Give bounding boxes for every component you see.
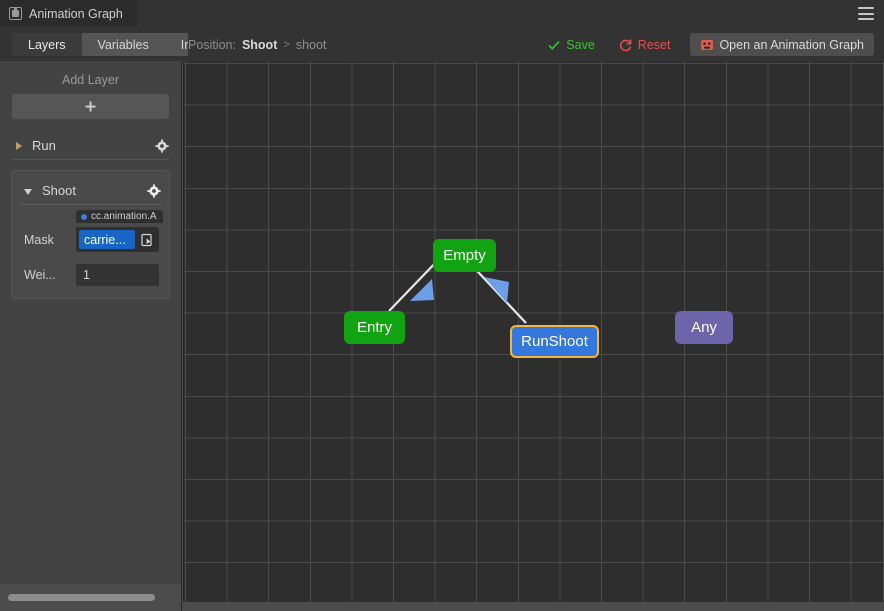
animation-graph-window: Animation Graph Layers Variables Inspect…	[0, 0, 884, 611]
weight-value: 1	[83, 268, 90, 282]
property-row-mask: Mask cc.animation.A carrie...	[12, 210, 169, 252]
sidebar-horizontal-scrollbar[interactable]	[8, 594, 155, 601]
mask-type-tooltip: cc.animation.A	[76, 210, 163, 223]
graph-node-empty-label: Empty	[443, 247, 486, 264]
toolbar-actions: Save Reset Open an Animation Graph	[535, 33, 874, 56]
layers-sidebar: Add Layer Run Shoot Mask cc.animation.A …	[0, 61, 182, 611]
sidebar-layer-shoot-card: Shoot Mask cc.animation.A carrie... Wei.…	[11, 170, 170, 299]
canvas-bottom-edge	[183, 602, 884, 611]
animation-graph-icon	[9, 7, 22, 20]
graph-node-empty[interactable]: Empty	[433, 239, 496, 272]
open-animation-graph-button[interactable]: Open an Animation Graph	[690, 33, 874, 56]
gear-icon[interactable]	[155, 138, 169, 153]
refresh-icon	[619, 38, 633, 52]
breadcrumb: Position: Shoot > shoot	[188, 33, 335, 56]
breadcrumb-separator-icon: >	[283, 38, 290, 51]
graph-canvas[interactable]: Empty Entry RunShoot Any	[183, 61, 883, 602]
breadcrumb-item-root[interactable]: Shoot	[242, 38, 277, 52]
sidebar-layer-shoot-label: Shoot	[42, 183, 76, 198]
open-animation-graph-label: Open an Animation Graph	[719, 37, 864, 52]
reset-button-label: Reset	[637, 37, 671, 52]
save-button-label: Save	[566, 37, 595, 52]
graph-node-any-label: Any	[691, 319, 717, 336]
mask-type-label: cc.animation.A	[91, 211, 157, 222]
edge-arrow-entry-to-empty-icon	[410, 279, 434, 301]
hamburger-menu-icon[interactable]	[858, 7, 874, 20]
graph-node-runshoot-label: RunShoot	[521, 333, 588, 350]
edge-arrow-empty-to-runshoot-icon	[484, 277, 509, 303]
add-layer-label: Add Layer	[62, 73, 119, 87]
tab-variables-label: Variables	[97, 37, 149, 52]
mask-asset-value[interactable]: carrie...	[79, 230, 135, 249]
reset-button[interactable]: Reset	[607, 33, 683, 56]
check-icon	[547, 38, 561, 52]
asset-picker-icon[interactable]	[138, 230, 156, 249]
mask-asset-field: carrie...	[76, 227, 159, 252]
title-bar: Animation Graph	[0, 0, 884, 27]
animation-graph-asset-icon	[700, 38, 714, 52]
window-tab-animation-graph[interactable]: Animation Graph	[0, 0, 137, 27]
sidebar-layer-run-label: Run	[32, 138, 56, 153]
graph-node-any[interactable]: Any	[675, 311, 733, 344]
chevron-right-icon[interactable]	[16, 141, 22, 150]
property-row-weight: Wei... 1	[12, 264, 169, 286]
mask-label: Mask	[24, 232, 54, 247]
sidebar-layer-shoot[interactable]: Shoot	[20, 177, 161, 205]
graph-node-runshoot[interactable]: RunShoot	[510, 325, 599, 358]
add-layer-button[interactable]	[12, 94, 169, 119]
title-bar-empty-area	[136, 0, 884, 27]
window-tab-label: Animation Graph	[29, 6, 123, 21]
tab-layers[interactable]: Layers	[12, 33, 82, 56]
graph-node-entry-label: Entry	[356, 319, 392, 336]
gear-icon[interactable]	[147, 183, 161, 198]
save-button[interactable]: Save	[535, 33, 607, 56]
sidebar-layer-run[interactable]: Run	[12, 132, 169, 160]
graph-node-entry[interactable]: Entry	[344, 311, 405, 344]
toolbar: Layers Variables Inspector Position: Sho…	[0, 27, 884, 61]
weight-input[interactable]: 1	[76, 264, 159, 286]
breadcrumb-item-leaf[interactable]: shoot	[296, 38, 327, 52]
mask-asset-widget: cc.animation.A carrie...	[76, 210, 163, 252]
plus-icon	[84, 100, 97, 113]
asset-type-dot-icon	[81, 213, 87, 220]
tab-variables[interactable]: Variables	[81, 33, 165, 56]
chevron-down-icon[interactable]	[24, 188, 32, 195]
tab-layers-label: Layers	[28, 37, 66, 52]
breadcrumb-prefix: Position:	[188, 37, 236, 52]
weight-label: Wei...	[24, 268, 56, 282]
